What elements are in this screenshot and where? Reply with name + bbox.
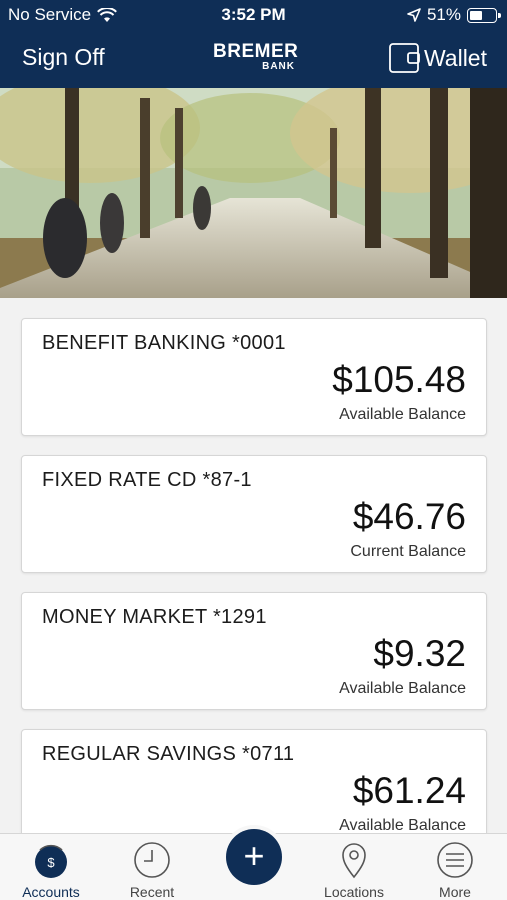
wallet-button[interactable]: Wallet — [388, 41, 487, 75]
battery-percent: 51% — [426, 5, 461, 24]
app-root: No Service 3:52 PM 51% Sign Off BREMER B… — [0, 0, 507, 900]
wallet-label: Wallet — [423, 44, 487, 71]
hero-park-image — [0, 88, 507, 298]
tab-locations[interactable]: Locations — [309, 834, 399, 900]
balance-label: Available Balance — [339, 406, 466, 423]
tab-accounts[interactable]: $ Accounts — [6, 834, 96, 900]
add-button[interactable]: + — [226, 829, 282, 885]
tab-label: Locations — [324, 884, 384, 900]
park-illustration — [0, 88, 507, 298]
sign-off-button[interactable]: Sign Off — [22, 44, 105, 71]
tab-more[interactable]: More — [410, 834, 500, 900]
account-card[interactable]: FIXED RATE CD *87-1 $46.76 Current Balan… — [21, 455, 487, 573]
app-header: Sign Off BREMER BANK Wallet — [0, 30, 507, 88]
tab-label: Recent — [129, 884, 175, 900]
account-name: BENEFIT BANKING *0001 — [42, 332, 286, 354]
tab-label: Accounts — [22, 884, 80, 900]
battery-fill — [470, 10, 482, 20]
bremer-bank-logo: BREMER BANK — [213, 41, 299, 72]
location-arrow-icon — [407, 8, 421, 22]
tab-label: More — [439, 884, 471, 900]
svg-text:$: $ — [47, 855, 55, 870]
account-balance: $9.32 — [373, 633, 466, 674]
wallet-icon — [389, 43, 420, 73]
account-name: REGULAR SAVINGS *0711 — [42, 743, 295, 765]
account-list: BENEFIT BANKING *0001 $105.48 Available … — [21, 318, 487, 866]
status-bar: No Service 3:52 PM 51% — [0, 0, 507, 30]
accounts-icon: $ — [35, 844, 67, 878]
account-card[interactable]: MONEY MARKET *1291 $9.32 Available Balan… — [21, 592, 487, 710]
clock-icon — [134, 842, 170, 878]
account-balance: $105.48 — [332, 359, 466, 400]
account-balance: $46.76 — [352, 496, 466, 537]
tab-recent[interactable]: Recent — [107, 834, 197, 900]
map-pin-icon — [342, 843, 366, 879]
logo-subtitle: BANK — [262, 61, 295, 72]
account-balance: $61.24 — [352, 770, 466, 811]
menu-icon — [437, 842, 473, 878]
balance-label: Available Balance — [339, 680, 466, 697]
account-name: MONEY MARKET *1291 — [42, 606, 267, 628]
status-right: 51% — [407, 5, 501, 25]
account-card[interactable]: BENEFIT BANKING *0001 $105.48 Available … — [21, 318, 487, 436]
account-name: FIXED RATE CD *87-1 — [42, 469, 252, 491]
logo-wordmark: BREMER — [213, 41, 299, 62]
balance-label: Current Balance — [350, 543, 466, 560]
battery-icon — [467, 7, 501, 23]
